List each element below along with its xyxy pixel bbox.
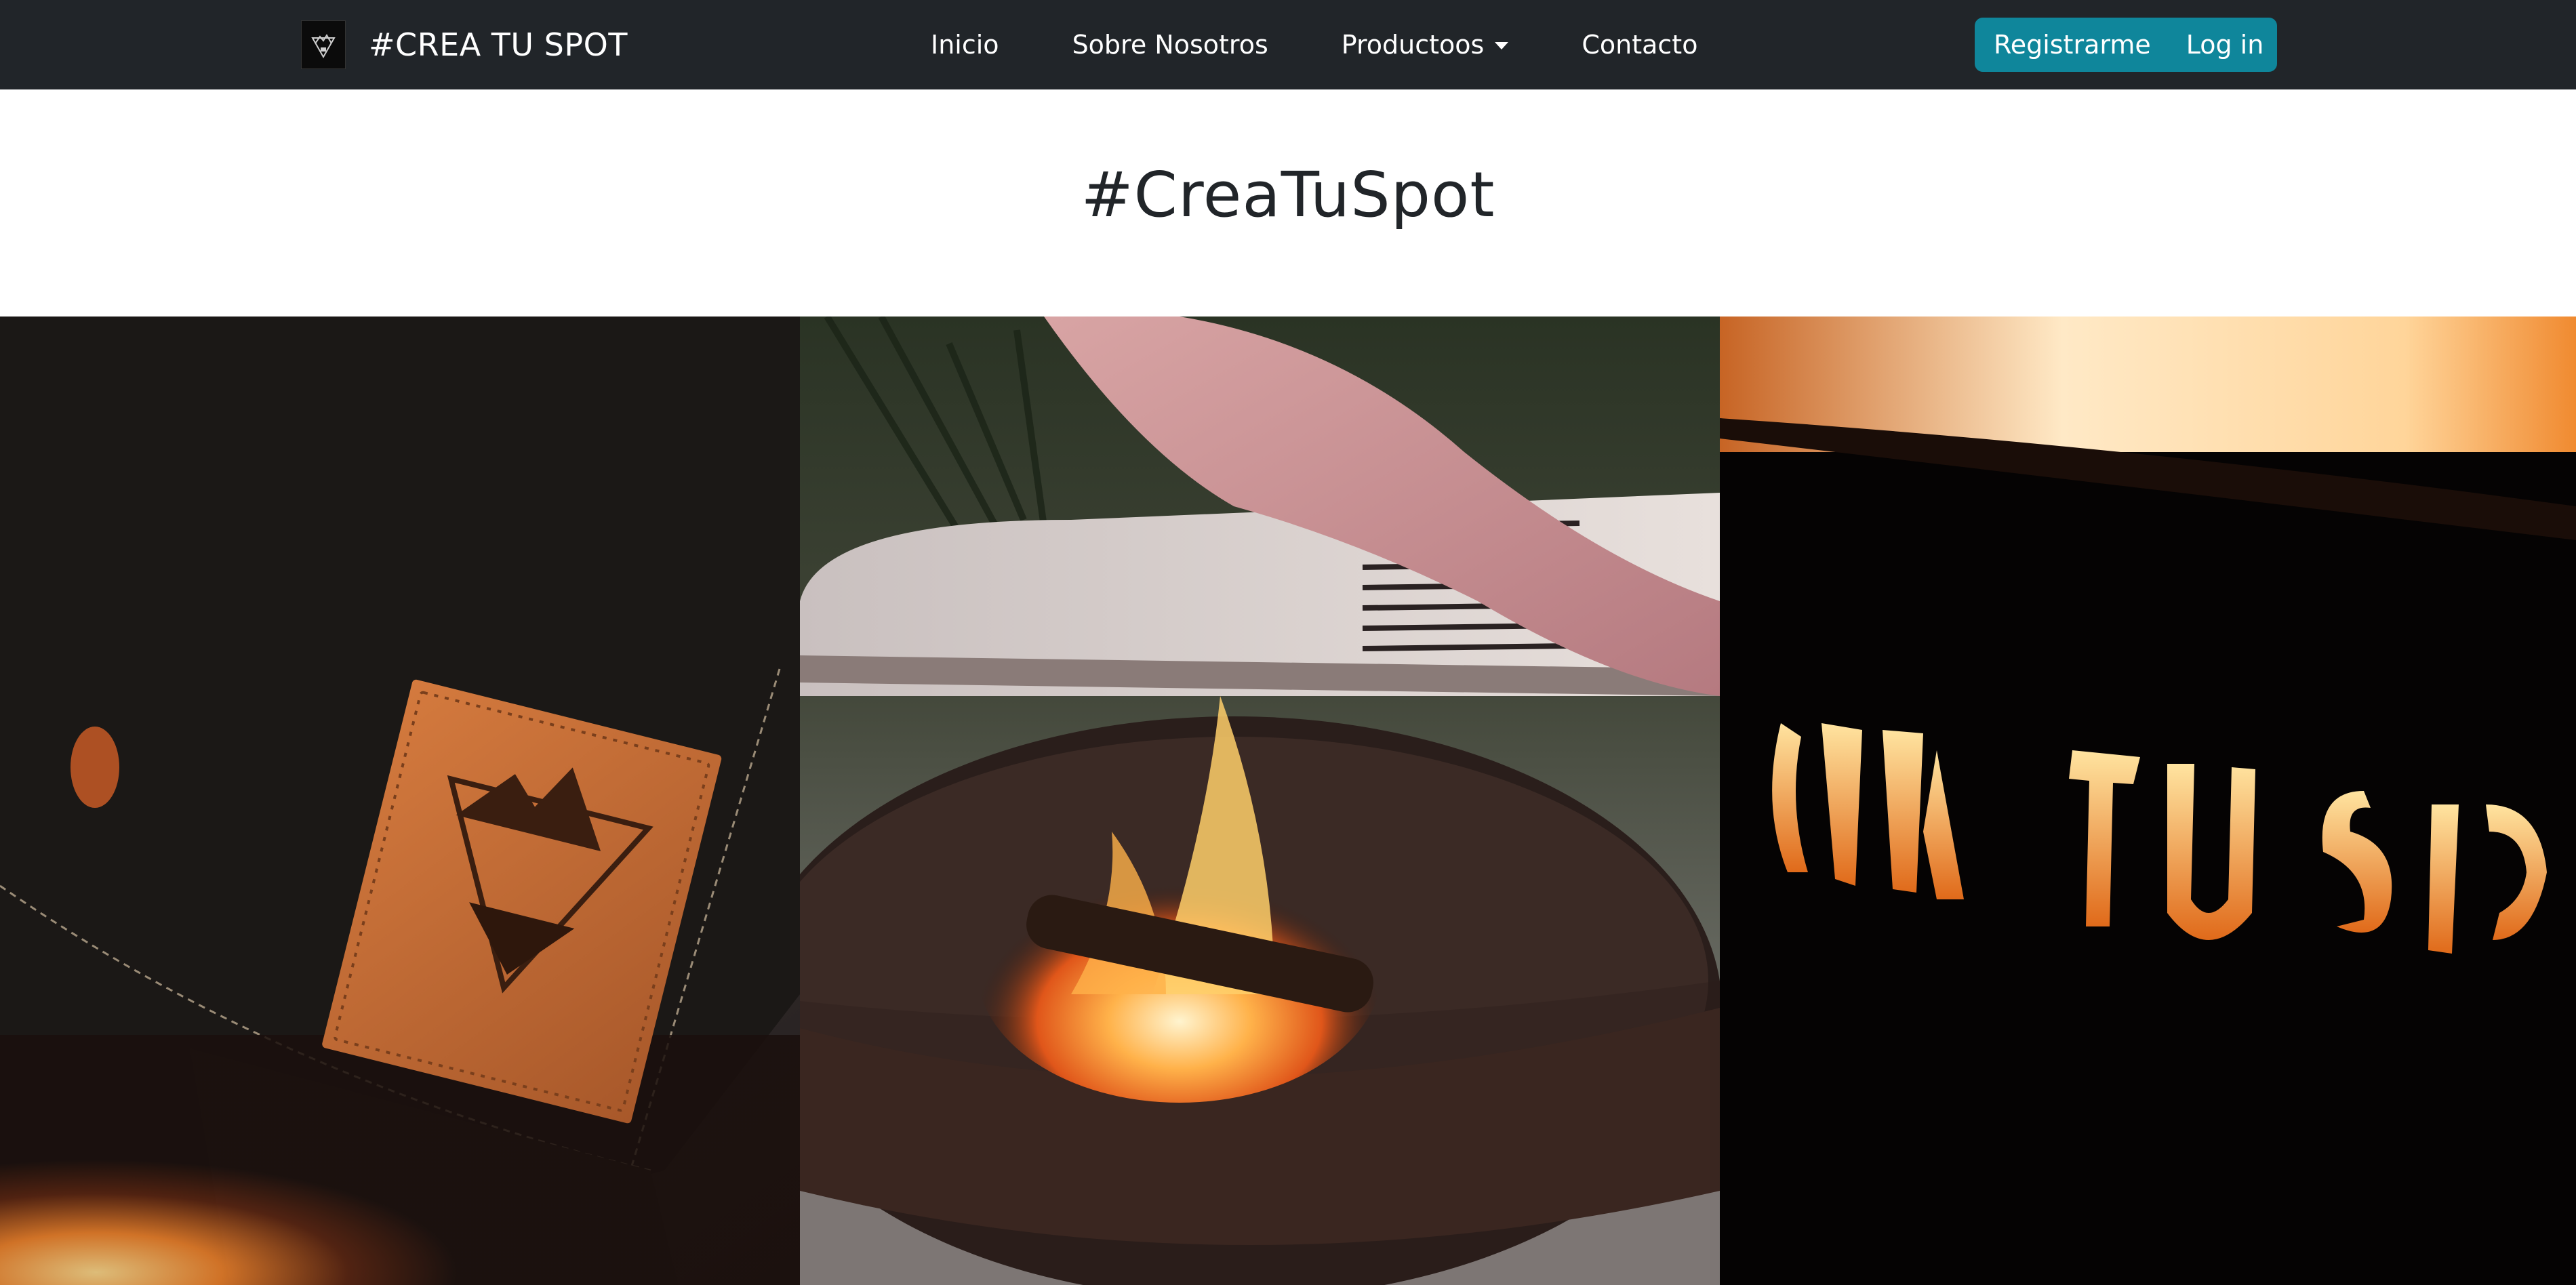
nav-dropdown-productos[interactable]: Productoos: [1342, 30, 1509, 60]
nav-link-inicio[interactable]: Inicio: [931, 30, 999, 60]
fire-pit-grill-photo: [800, 317, 1720, 1285]
photo-gallery: [0, 317, 2576, 1285]
register-button[interactable]: Registrarme: [1994, 30, 2151, 60]
mountain-logo-icon: [301, 20, 346, 69]
caret-down-icon: [1495, 41, 1509, 49]
page-title: #CreaTuSpot: [1081, 159, 1495, 231]
auth-button-group: Registrarme Log in: [1975, 18, 2277, 72]
top-navbar: #CREA TU SPOT Inicio Sobre Nosotros Prod…: [0, 0, 2576, 89]
brand[interactable]: #CREA TU SPOT: [301, 20, 628, 69]
brand-title: #CREA TU SPOT: [369, 26, 628, 63]
nav-link-sobre-nosotros[interactable]: Sobre Nosotros: [1072, 30, 1268, 60]
nav-dropdown-label: Productoos: [1341, 30, 1485, 60]
leather-patch-apron-photo: [0, 317, 800, 1285]
login-button[interactable]: Log in: [2186, 30, 2264, 60]
nav-link-contacto[interactable]: Contacto: [1582, 30, 1697, 60]
nav-links: Inicio Sobre Nosotros Productoos Contact…: [931, 0, 1697, 89]
fire-pit-cutout-photo: [1720, 317, 2576, 1285]
